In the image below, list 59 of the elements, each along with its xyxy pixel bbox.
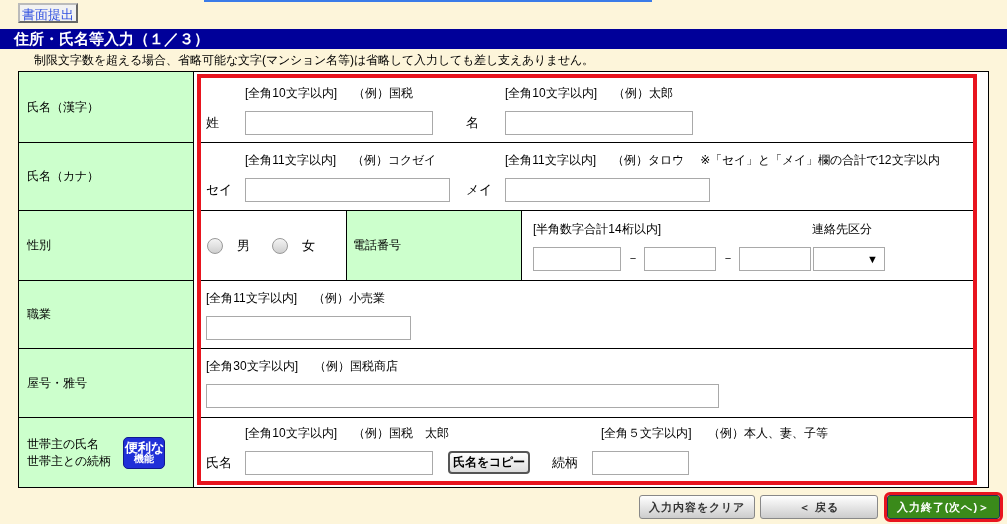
input-field[interactable]	[245, 450, 433, 475]
notice-text: 制限文字数を超える場合、省略可能な文字(マンション名等)は省略して入力しても差し支えありません。	[33, 52, 595, 69]
limit-text: [全角11文字以内]	[505, 151, 597, 169]
input-field[interactable]	[206, 315, 411, 340]
row-label: 性別	[27, 237, 51, 254]
note-text: ※「セイ」と「メイ」欄の合計で12文字以内	[700, 151, 940, 169]
limit-text: [全角11文字以内]	[245, 151, 337, 169]
feature-badge-button[interactable]: 便利な 機能	[123, 436, 165, 469]
field-label: 氏名	[206, 453, 233, 472]
phone-label: 電話番号	[353, 237, 401, 254]
input-field[interactable]	[592, 450, 689, 475]
input-field[interactable]	[644, 246, 716, 271]
limit-text: [全角30文字以内]	[206, 358, 298, 375]
limit-text: [全角11文字以内]	[206, 289, 298, 307]
radio-icon[interactable]	[207, 237, 223, 254]
field-label: セイ	[206, 180, 233, 199]
radio-option[interactable]: 女	[272, 236, 315, 255]
row-label: 屋号・雅号	[27, 374, 87, 392]
radio-option[interactable]: 男	[207, 236, 250, 255]
limit-text: [全角10文字以内]	[245, 424, 337, 442]
copy-name-button[interactable]: 氏名をコピー	[448, 451, 530, 474]
field-label: 姓	[206, 114, 220, 132]
dash-text: －	[625, 250, 640, 267]
limit-text: [半角数字合計14桁以内]	[533, 220, 661, 238]
nav-button[interactable]: ＜ 戻る	[760, 495, 878, 519]
example-text: （例）小売業	[313, 289, 386, 307]
input-field[interactable]	[245, 111, 433, 135]
example-text: （例）コクゼイ	[352, 151, 437, 169]
section-title: 住所・氏名等入力（１／３）	[0, 29, 1007, 49]
example-text: （例）太郎	[613, 85, 673, 102]
input-field[interactable]	[245, 177, 450, 202]
field-label: メイ	[466, 180, 493, 199]
dash-text: －	[720, 250, 735, 267]
row-label: 世帯主の氏名	[27, 435, 100, 453]
contact-select[interactable]: ▼	[813, 246, 885, 271]
row-label: 氏名（カナ）	[27, 168, 99, 185]
radio-icon[interactable]	[272, 237, 288, 254]
example-text: （例）タロウ	[612, 151, 685, 169]
contact-label: 連絡先区分	[812, 220, 872, 238]
example-text: （例）国税 太郎	[353, 424, 449, 442]
field-label: 続柄	[552, 453, 579, 472]
next-button[interactable]: 入力終了(次へ)＞	[887, 495, 1000, 519]
example-text: （例）国税	[353, 85, 413, 102]
input-field[interactable]	[739, 246, 811, 271]
limit-text: [全角10文字以内]	[245, 85, 337, 102]
input-field[interactable]	[505, 111, 693, 135]
row-label: 世帯主との続柄	[27, 452, 111, 470]
row-label: 氏名（漢字）	[27, 98, 99, 116]
example-text: （例）本人、妻、子等	[707, 424, 828, 442]
nav-button[interactable]: 入力内容をクリア	[639, 495, 755, 519]
input-field[interactable]	[206, 384, 719, 408]
input-field[interactable]	[533, 246, 621, 271]
row-label: 職業	[27, 306, 51, 323]
submit-paper-button[interactable]: 書面提出	[18, 3, 78, 23]
input-field[interactable]	[505, 177, 710, 202]
limit-text: [全角10文字以内]	[505, 85, 597, 102]
example-text: （例）国税商店	[314, 358, 398, 375]
field-label: 名	[466, 114, 480, 132]
limit-text: [全角５文字以内]	[601, 424, 692, 442]
